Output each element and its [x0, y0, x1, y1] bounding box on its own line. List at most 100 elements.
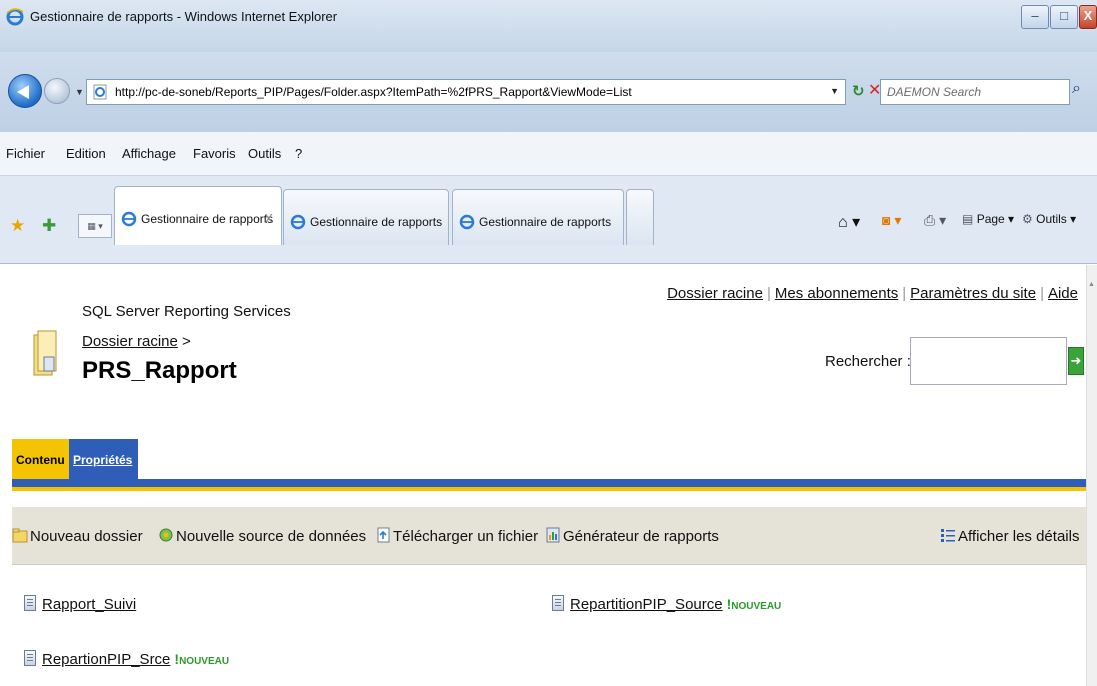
feeds-icon[interactable]: ◙ ▾ — [882, 212, 901, 229]
menu-fichier[interactable]: Fichier — [6, 146, 45, 161]
menu-outils[interactable]: Outils — [248, 146, 281, 161]
search-go-button[interactable]: ➜ — [1068, 347, 1084, 375]
report-link[interactable]: RepartionPIP_Srce — [42, 651, 170, 668]
new-badge: !NOUVEAU — [174, 651, 230, 667]
upload-file-label: Télécharger un fichier — [393, 528, 539, 545]
tab-band — [12, 479, 1086, 487]
report-manager-page: SQL Server Reporting Services Dossier ra… — [0, 265, 1086, 686]
search-placeholder: DAEMON Search — [887, 85, 982, 99]
close-window-button[interactable]: X — [1079, 5, 1097, 29]
quick-tabs-button[interactable]: ▦ ▾ — [78, 214, 112, 238]
page-menu[interactable]: ▤ Page ▾ — [962, 212, 1014, 226]
page-menu-label: Page ▾ — [976, 212, 1015, 226]
link-separator: | — [1040, 285, 1044, 302]
new-datasource-button[interactable]: Nouvelle source de données — [158, 526, 366, 545]
breadcrumb: Dossier racine > — [82, 333, 191, 350]
report-icon — [24, 595, 36, 611]
window-title: Gestionnaire de rapports - Windows Inter… — [30, 9, 338, 24]
menu-bar: Fichier Edition Affichage Favoris Outils… — [0, 132, 1097, 176]
add-favorite-icon[interactable]: ✚ — [42, 216, 56, 236]
report-icon — [552, 595, 564, 611]
ie-tab-icon — [290, 214, 306, 230]
list-item: Rapport_Suivi — [24, 595, 136, 613]
datasource-icon — [159, 528, 173, 542]
report-search-input[interactable] — [910, 337, 1067, 385]
maximize-button[interactable]: □ — [1050, 5, 1078, 29]
product-name: SQL Server Reporting Services — [82, 303, 291, 320]
menu-favoris[interactable]: Favoris — [193, 146, 236, 161]
top-links: Dossier racine | Mes abonnements | Paramètre… — [667, 285, 1078, 302]
tab-band-accent — [12, 487, 1086, 491]
show-details-label: Afficher les détails — [958, 528, 1080, 545]
home-icon[interactable]: ⌂ ▾ — [838, 212, 860, 232]
folder-report-icon — [33, 330, 57, 376]
search-field[interactable]: DAEMON Search — [880, 79, 1070, 105]
tab-contenu[interactable]: Contenu — [12, 439, 69, 479]
link-parametres-site[interactable]: Paramètres du site — [910, 285, 1036, 302]
tab-2[interactable]: Gestionnaire de rapports — [283, 189, 449, 245]
tab-1[interactable]: Gestionnaire de rapports X — [114, 186, 282, 245]
page-title: PRS_Rapport — [82, 357, 237, 384]
search-label: Rechercher : — [825, 353, 911, 370]
gear-icon: ⚙ — [1022, 212, 1033, 226]
ie-logo-icon — [6, 8, 24, 26]
back-button[interactable] — [8, 74, 42, 108]
link-dossier-racine[interactable]: Dossier racine — [667, 285, 763, 302]
address-field[interactable]: http://pc-de-soneb/Reports_PIP/Pages/Fol… — [86, 79, 846, 105]
link-separator: | — [902, 285, 907, 302]
new-folder-button[interactable]: Nouveau dossier — [12, 526, 143, 545]
new-badge: !NOUVEAU — [726, 596, 782, 612]
report-builder-button[interactable]: Générateur de rapports — [545, 526, 719, 545]
link-mes-abonnements[interactable]: Mes abonnements — [775, 285, 898, 302]
minimize-button[interactable]: ‒ — [1021, 5, 1049, 29]
report-builder-label: Générateur de rapports — [563, 528, 719, 545]
print-icon[interactable]: ⎙ ▾ — [924, 212, 946, 229]
new-folder-icon — [12, 528, 28, 543]
list-item: RepartionPIP_Srce !NOUVEAU — [24, 650, 229, 668]
details-list-icon — [941, 529, 955, 542]
url-text: http://pc-de-soneb/Reports_PIP/Pages/Fol… — [115, 85, 632, 99]
new-badge-label: NOUVEAU — [179, 656, 230, 667]
list-item: RepartitionPIP_Source !NOUVEAU — [552, 595, 781, 613]
ie-tab-icon — [459, 214, 475, 230]
upload-icon — [377, 527, 390, 543]
vertical-scrollbar[interactable] — [1086, 265, 1097, 686]
forward-button[interactable] — [44, 78, 70, 104]
refresh-icon[interactable]: ↻ — [852, 82, 865, 100]
tab-2-label: Gestionnaire de rapports — [310, 215, 443, 229]
window-title-bar: Gestionnaire de rapports - Windows Inter… — [0, 0, 1097, 52]
address-bar-row: ▼ http://pc-de-soneb/Reports_PIP/Pages/F… — [0, 52, 1097, 132]
ie-tab-icon — [121, 211, 137, 227]
new-badge-label: NOUVEAU — [731, 601, 782, 612]
new-folder-label: Nouveau dossier — [30, 528, 143, 545]
tab-3[interactable]: Gestionnaire de rapports — [452, 189, 624, 245]
tools-menu-label: Outils ▾ — [1036, 212, 1077, 226]
favorites-star-icon[interactable]: ★ — [10, 216, 25, 236]
report-builder-icon — [546, 527, 560, 543]
content-toolbar: Nouveau dossier Nouvelle source de donné… — [12, 507, 1086, 565]
history-dropdown-icon[interactable]: ▼ — [75, 87, 84, 97]
menu-edition[interactable]: Edition — [66, 146, 106, 161]
address-dropdown-icon[interactable]: ▼ — [830, 86, 839, 96]
close-tab-icon[interactable]: X — [264, 211, 273, 226]
report-link[interactable]: RepartitionPIP_Source — [570, 596, 723, 613]
breadcrumb-root-link[interactable]: Dossier racine — [82, 333, 178, 350]
report-icon — [24, 650, 36, 666]
report-link[interactable]: Rapport_Suivi — [42, 596, 136, 613]
tab-proprietes[interactable]: Propriétés — [69, 439, 138, 479]
link-separator: | — [766, 285, 771, 302]
link-aide[interactable]: Aide — [1048, 285, 1078, 302]
menu-help[interactable]: ? — [295, 146, 302, 161]
search-icon[interactable]: ⌕ — [1072, 80, 1081, 98]
show-details-button[interactable]: Afficher les détails — [940, 526, 1079, 545]
breadcrumb-separator: > — [177, 333, 191, 350]
new-datasource-label: Nouvelle source de données — [176, 528, 367, 545]
new-tab-button[interactable] — [626, 189, 654, 245]
page-icon — [93, 84, 107, 100]
tab-1-label: Gestionnaire de rapports — [141, 212, 274, 226]
tools-menu[interactable]: ⚙ Outils ▾ — [1022, 212, 1076, 226]
page-menu-icon: ▤ — [962, 212, 974, 226]
tab-row: ★ ✚ ▦ ▾ Gestionnaire de rapports X Gesti… — [0, 176, 1097, 264]
menu-affichage[interactable]: Affichage — [122, 146, 176, 161]
upload-file-button[interactable]: Télécharger un fichier — [375, 526, 538, 545]
